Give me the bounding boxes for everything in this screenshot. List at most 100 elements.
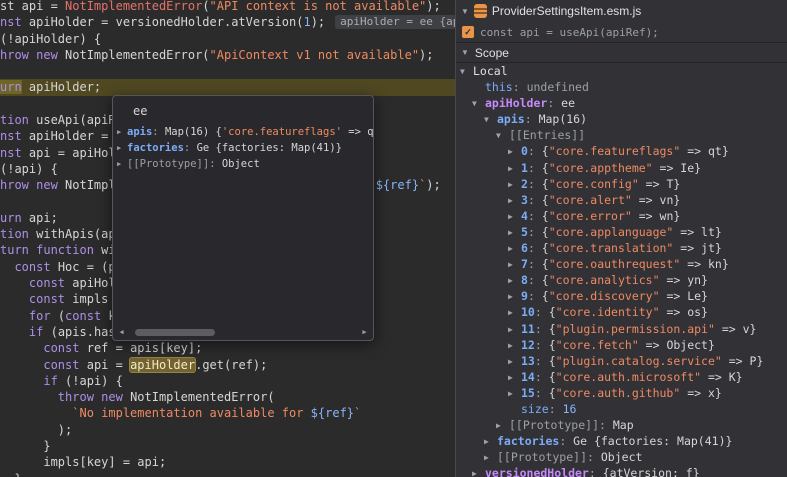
chevron-right-icon[interactable]: ▶ [508, 161, 521, 176]
map-entry-row[interactable]: ▶0: {"core.featureflags" => qt} [456, 143, 787, 159]
scope-tree-row[interactable]: ▼apiHolder: ee [456, 95, 787, 111]
text-token: function [36, 243, 101, 257]
popover-property-row[interactable]: ▶apis: Map(16) {'core.featureflags' => q… [113, 124, 373, 140]
text-token: : [528, 161, 542, 175]
map-entry-row[interactable]: ▶6: {"core.translation" => jt} [456, 240, 787, 256]
text-token: : [528, 289, 542, 303]
chevron-right-icon[interactable]: ▶ [508, 225, 521, 240]
scope-tree-row[interactable]: ▶factories: Ge {factories: Map(41)} [456, 433, 787, 449]
text-token: const [65, 309, 108, 323]
map-entry-row[interactable]: ▶8: {"core.analytics" => yn} [456, 272, 787, 288]
code-line[interactable]: ); [0, 422, 455, 438]
chevron-right-icon[interactable]: ▶ [508, 257, 521, 272]
map-entry-row[interactable]: ▶3: {"core.alert" => vn} [456, 192, 787, 208]
map-entry-row[interactable]: ▶7: {"core.oauthrequest" => kn} [456, 256, 787, 272]
text-token: tion [0, 227, 36, 241]
code-line[interactable]: throw new NotImplementedError( [0, 389, 455, 405]
chevron-down-icon[interactable]: ▼ [496, 128, 509, 143]
chevron-down-icon[interactable]: ▼ [484, 112, 497, 127]
code-line[interactable]: hrow new NotImplementedError("ApiContext… [0, 47, 455, 63]
text-token [0, 341, 43, 355]
chevron-right-icon[interactable]: ▶ [508, 177, 521, 192]
chevron-down-icon[interactable]: ▼ [461, 48, 469, 57]
map-entry-row[interactable]: ▶4: {"core.error" => wn} [456, 208, 787, 224]
code-line[interactable] [0, 63, 455, 79]
map-entry-row[interactable]: ▶5: {"core.applanguage" => lt} [456, 224, 787, 240]
scope-tree-row[interactable]: this: undefined [456, 79, 787, 95]
scrollbar-thumb[interactable] [135, 329, 215, 336]
chevron-right-icon[interactable]: ▶ [508, 338, 521, 353]
scope-tree-row[interactable]: ▶versionedHolder: {atVersion: f} [456, 465, 787, 477]
scope-section-header[interactable]: ▼ Scope [456, 43, 787, 63]
scope-tree-row[interactable]: ▼[[Entries]] [456, 127, 787, 143]
chevron-right-icon[interactable]: ▶ [508, 193, 521, 208]
breakpoint-checkbox[interactable]: ✓ [462, 26, 474, 38]
chevron-down-icon[interactable]: ▼ [461, 7, 469, 16]
code-line[interactable]: impls[key] = api; [0, 454, 455, 470]
text-token: "core.apptheme" [549, 161, 653, 175]
map-entry-row[interactable]: ▶11: {"plugin.permission.api" => v} [456, 321, 787, 337]
breakpoint-entry[interactable]: ✓ const api = useApi(apiRef); [456, 22, 787, 42]
text-token: Ge {factories: Map(41)} [197, 142, 342, 154]
code-line[interactable]: const ref = apis[key]; [0, 340, 455, 356]
popover-hscrollbar[interactable]: ◀ ▶ [116, 326, 370, 338]
text-token [0, 390, 58, 404]
scroll-left-icon[interactable]: ◀ [116, 328, 127, 336]
execution-line[interactable]: urn apiHolder; [0, 79, 455, 95]
text-token [0, 260, 14, 274]
breakpoint-file-group[interactable]: ▼ ProviderSettingsItem.esm.js [456, 0, 787, 22]
code-line[interactable]: `No implementation available for ${ref}` [0, 405, 455, 421]
scope-tree-row[interactable]: ▼Local [456, 63, 787, 79]
chevron-right-icon[interactable]: ▶ [117, 156, 127, 172]
code-line[interactable]: if (!api) { [0, 373, 455, 389]
chevron-right-icon[interactable]: ▶ [508, 322, 521, 337]
chevron-right-icon[interactable]: ▶ [508, 354, 521, 369]
popover-property-row[interactable]: ▶[[Prototype]]: Object [113, 156, 373, 172]
chevron-down-icon[interactable]: ▼ [460, 64, 473, 79]
code-line[interactable]: } [0, 471, 455, 477]
text-token: hrow [0, 48, 36, 62]
chevron-down-icon[interactable]: ▼ [472, 96, 485, 111]
scope-tree-row[interactable]: ▼apis: Map(16) [456, 111, 787, 127]
chevron-right-icon[interactable]: ▶ [508, 209, 521, 224]
chevron-right-icon[interactable]: ▶ [508, 241, 521, 256]
code-line[interactable]: (!apiHolder) { [0, 31, 455, 47]
text-token: const [43, 341, 86, 355]
text-token: (!api) { [65, 374, 123, 388]
chevron-right-icon[interactable]: ▶ [484, 450, 497, 465]
map-entry-row[interactable]: ▶1: {"core.apptheme" => Ie} [456, 160, 787, 176]
popover-property-row[interactable]: ▶factories: Ge {factories: Map(41)} [113, 140, 373, 156]
code-line[interactable]: nst apiHolder = versionedHolder.atVersio… [0, 14, 455, 30]
chevron-right-icon[interactable]: ▶ [496, 418, 509, 433]
map-entry-row[interactable]: ▶15: {"core.auth.github" => x} [456, 385, 787, 401]
scope-tree-row[interactable]: ▶[[Prototype]]: Object [456, 449, 787, 465]
code-line[interactable]: const api = apiHolder.get(ref); [0, 357, 455, 373]
text-token: : [528, 257, 542, 271]
chevron-right-icon[interactable]: ▶ [117, 140, 127, 156]
chevron-right-icon[interactable]: ▶ [508, 386, 521, 401]
text-token [0, 325, 29, 339]
map-entry-row[interactable]: ▶14: {"core.auth.microsoft" => K} [456, 369, 787, 385]
map-entry-row[interactable]: ▶2: {"core.config" => T} [456, 176, 787, 192]
chevron-right-icon[interactable]: ▶ [472, 466, 485, 477]
chevron-right-icon[interactable]: ▶ [508, 144, 521, 159]
scrollbar-track[interactable] [127, 328, 359, 337]
chevron-right-icon[interactable]: ▶ [508, 305, 521, 320]
chevron-right-icon[interactable]: ▶ [508, 289, 521, 304]
chevron-right-icon[interactable]: ▶ [508, 370, 521, 385]
map-entry-row[interactable]: ▶9: {"core.discovery" => Le} [456, 288, 787, 304]
code-line[interactable]: } [0, 438, 455, 454]
map-entry-row[interactable]: ▶13: {"plugin.catalog.service" => P} [456, 353, 787, 369]
text-token: ${ref} [376, 178, 419, 192]
scope-tree-row[interactable]: ▶[[Prototype]]: Map [456, 417, 787, 433]
map-entry-row[interactable]: ▶12: {"core.fetch" => Object} [456, 337, 787, 353]
source-editor[interactable]: st api = NotImplementedError("API contex… [0, 0, 456, 477]
chevron-right-icon[interactable]: ▶ [117, 124, 127, 140]
chevron-right-icon[interactable]: ▶ [508, 273, 521, 288]
text-token: ( [202, 0, 209, 13]
map-entry-row[interactable]: ▶10: {"core.identity" => os} [456, 304, 787, 320]
scope-tree-row[interactable]: size: 16 [456, 401, 787, 417]
code-line[interactable]: st api = NotImplementedError("API contex… [0, 0, 455, 14]
scroll-right-icon[interactable]: ▶ [359, 328, 370, 336]
chevron-right-icon[interactable]: ▶ [484, 434, 497, 449]
